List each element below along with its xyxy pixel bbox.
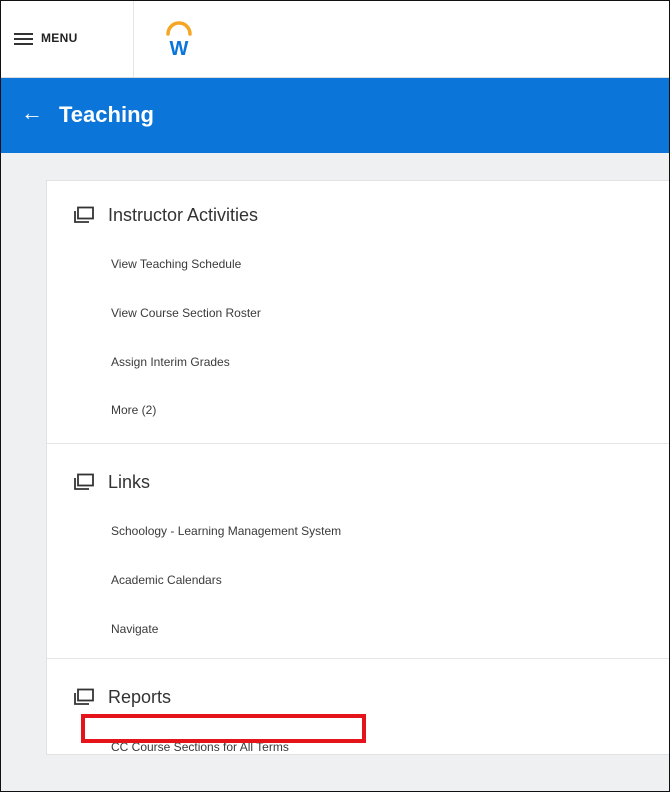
section-header: Reports bbox=[73, 685, 171, 709]
link-schoology[interactable]: Schoology - Learning Management System bbox=[111, 524, 341, 538]
page-header: ← Teaching bbox=[1, 78, 669, 153]
section-title: Instructor Activities bbox=[108, 204, 259, 225]
link-academic-calendars[interactable]: Academic Calendars bbox=[111, 573, 222, 587]
back-arrow-icon[interactable]: ← bbox=[21, 102, 43, 124]
link-view-teaching-schedule[interactable]: View Teaching Schedule bbox=[111, 257, 241, 271]
logo-letter: W bbox=[170, 38, 189, 59]
section-header: Links bbox=[73, 470, 150, 494]
link-assign-interim-grades[interactable]: Assign Interim Grades bbox=[111, 355, 230, 369]
app-frame: MENU W ← Teaching Instructor Activities … bbox=[0, 0, 670, 792]
link-view-course-section-roster[interactable]: View Course Section Roster bbox=[111, 306, 261, 320]
hamburger-icon bbox=[14, 33, 33, 45]
menu-label: MENU bbox=[41, 31, 78, 45]
highlight-box bbox=[81, 714, 366, 743]
page-title: Teaching bbox=[59, 102, 154, 127]
workday-logo[interactable]: W bbox=[162, 21, 196, 59]
section-title: Links bbox=[108, 471, 151, 492]
section-links: Links Schoology - Learning Management Sy… bbox=[47, 443, 669, 659]
menu-button[interactable]: MENU bbox=[1, 1, 134, 77]
link-navigate[interactable]: Navigate bbox=[111, 622, 158, 636]
window-stack-icon bbox=[74, 206, 94, 223]
worklet-card: Instructor Activities View Teaching Sche… bbox=[46, 180, 669, 755]
section-header: Instructor Activities bbox=[73, 203, 258, 227]
link-more[interactable]: More (2) bbox=[111, 403, 156, 417]
section-instructor-activities: Instructor Activities View Teaching Sche… bbox=[47, 181, 669, 443]
window-stack-icon bbox=[74, 473, 94, 490]
section-title: Reports bbox=[108, 686, 172, 707]
top-bar: MENU W bbox=[1, 1, 669, 78]
window-stack-icon bbox=[74, 688, 94, 705]
